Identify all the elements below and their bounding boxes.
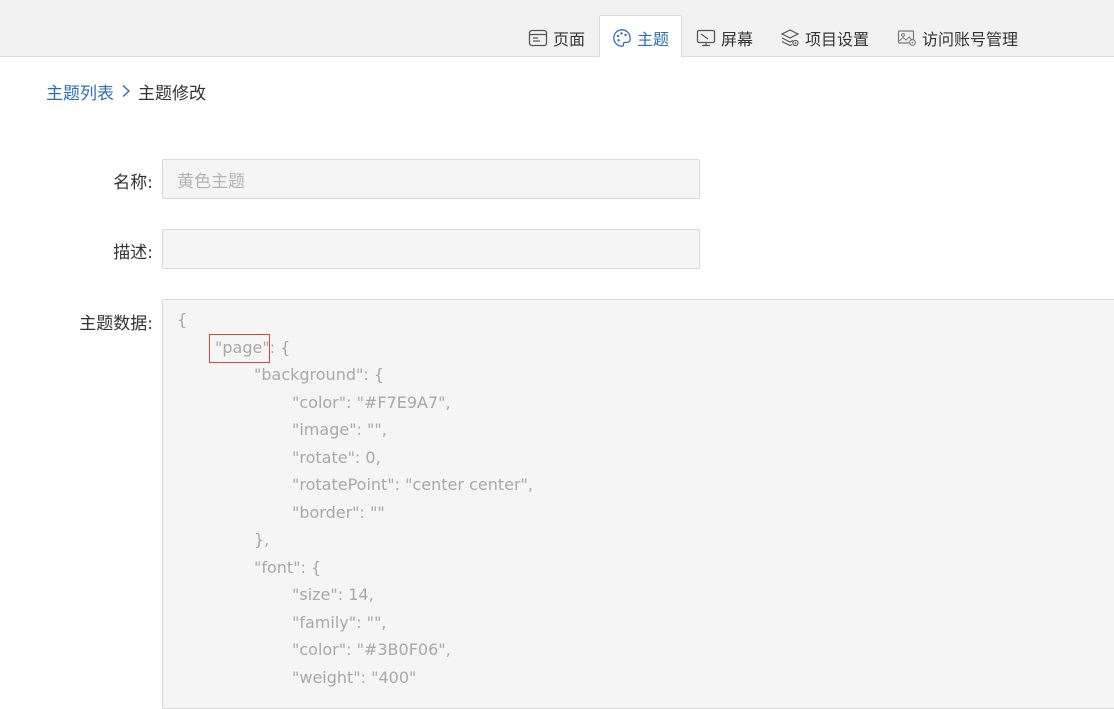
- code-line: "image": "",: [292, 420, 387, 439]
- name-label: 名称:: [113, 173, 153, 193]
- code-line: "size": 14,: [292, 585, 374, 604]
- description-input[interactable]: [162, 229, 700, 269]
- code-line: "rotate": 0,: [292, 448, 381, 467]
- tab-screen[interactable]: 屏幕: [696, 15, 753, 58]
- page-icon: [528, 28, 548, 48]
- tab-theme-label: 主题: [637, 30, 670, 49]
- code-line: },: [254, 530, 270, 549]
- screen-icon: [696, 28, 716, 48]
- code-line: "page": {: [215, 338, 291, 357]
- theme-data-editor[interactable]: { "page": { "background": { "color": "#F…: [162, 299, 1114, 709]
- tab-account-management-label: 访问账号管理: [922, 30, 1019, 49]
- tab-page-label: 页面: [553, 30, 586, 49]
- tab-account-management[interactable]: 访问账号管理: [897, 15, 1018, 58]
- code-line: "background": {: [254, 365, 385, 384]
- layers-settings-icon: [780, 28, 800, 48]
- account-image-icon: [897, 28, 917, 48]
- code-line: "font": {: [254, 558, 322, 577]
- theme-data-label: 主题数据:: [79, 314, 153, 334]
- code-line: "color": "#3B0F06",: [292, 640, 451, 659]
- name-input[interactable]: [162, 159, 700, 199]
- tab-project-settings[interactable]: 项目设置: [780, 15, 869, 58]
- chevron-right-icon: [120, 84, 132, 98]
- breadcrumb-current: 主题修改: [138, 83, 206, 104]
- tab-project-settings-label: 项目设置: [805, 30, 870, 49]
- tab-screen-label: 屏幕: [721, 30, 754, 49]
- breadcrumb: 主题列表 主题修改: [46, 79, 206, 104]
- breadcrumb-theme-list-link[interactable]: 主题列表: [46, 79, 114, 104]
- code-line: "weight": "400": [292, 668, 417, 687]
- code-line: "rotatePoint": "center center",: [292, 475, 533, 494]
- code-line: "family": "",: [292, 613, 387, 632]
- code-line: "border": "": [292, 503, 385, 522]
- code-line: {: [177, 310, 188, 329]
- code-line: "color": "#F7E9A7",: [292, 393, 451, 412]
- top-tab-bar: 页面 主题 屏幕 项目设置 访问账号管理: [0, 0, 1114, 58]
- palette-icon: [612, 28, 632, 48]
- tab-page[interactable]: 页面: [528, 15, 585, 58]
- description-label: 描述:: [113, 243, 153, 263]
- tab-theme[interactable]: 主题: [599, 15, 683, 58]
